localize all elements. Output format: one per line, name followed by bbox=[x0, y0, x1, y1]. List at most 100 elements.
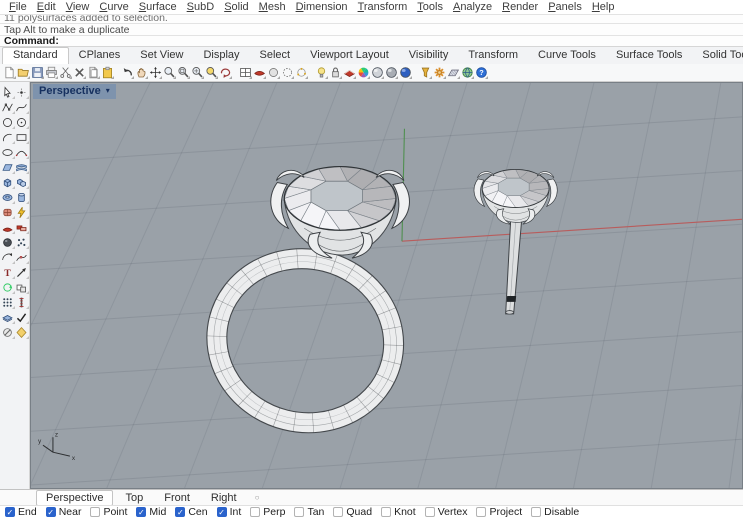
osnap-perp[interactable]: Perp bbox=[250, 506, 285, 517]
menu-help[interactable]: Help bbox=[587, 1, 620, 14]
osnap-checkbox[interactable] bbox=[381, 506, 392, 517]
viewport-layout-icon[interactable] bbox=[238, 65, 252, 80]
lasso-select-icon[interactable] bbox=[15, 325, 29, 339]
dimension-pole-icon[interactable] bbox=[15, 295, 29, 309]
ellipse-icon[interactable] bbox=[1, 145, 15, 159]
arc-icon[interactable] bbox=[1, 130, 15, 144]
rotate-view-icon[interactable] bbox=[218, 65, 232, 80]
osnap-point[interactable]: Point bbox=[90, 506, 127, 517]
osnap-checkbox[interactable] bbox=[424, 506, 435, 517]
hide-toggle-icon[interactable] bbox=[1, 325, 15, 339]
viewport-tab-perspective[interactable]: Perspective bbox=[36, 489, 114, 506]
toolbar-tab-set-view[interactable]: Set View bbox=[130, 48, 193, 64]
menu-dimension[interactable]: Dimension bbox=[291, 1, 353, 14]
toolbar-tab-curve-tools[interactable]: Curve Tools bbox=[528, 48, 606, 64]
menu-subd[interactable]: SubD bbox=[182, 1, 220, 14]
circle-icon[interactable] bbox=[1, 115, 15, 129]
circle-tangent-icon[interactable] bbox=[15, 115, 29, 129]
zoom-selected-icon[interactable] bbox=[204, 65, 218, 80]
osnap-checkbox[interactable]: ✓ bbox=[216, 506, 227, 517]
surface-loft-icon[interactable] bbox=[15, 160, 29, 174]
extrude-flash-icon[interactable] bbox=[15, 205, 29, 219]
menu-curve[interactable]: Curve bbox=[94, 1, 133, 14]
subd-box-icon[interactable] bbox=[1, 205, 15, 219]
osnap-checkbox[interactable]: ✓ bbox=[136, 506, 147, 517]
osnap-tan[interactable]: Tan bbox=[294, 506, 324, 517]
viewport-tab-front[interactable]: Front bbox=[155, 491, 199, 505]
point-icon[interactable] bbox=[15, 85, 29, 99]
curve-blend-icon[interactable] bbox=[15, 145, 29, 159]
point-cloud-icon[interactable] bbox=[15, 235, 29, 249]
menu-surface[interactable]: Surface bbox=[134, 1, 182, 14]
toolbar-tab-standard[interactable]: Standard bbox=[2, 47, 69, 64]
new-document-icon[interactable] bbox=[2, 65, 16, 80]
toolbar-tab-select[interactable]: Select bbox=[250, 48, 301, 64]
menu-edit[interactable]: Edit bbox=[32, 1, 61, 14]
zoom-extents-icon[interactable] bbox=[162, 65, 176, 80]
cplane-grid-icon[interactable] bbox=[446, 65, 460, 80]
osnap-project[interactable]: Project bbox=[476, 506, 522, 517]
wireframe-sphere-icon[interactable] bbox=[370, 65, 384, 80]
rectangle-icon[interactable] bbox=[15, 130, 29, 144]
osnap-mid[interactable]: ✓ Mid bbox=[136, 506, 166, 517]
osnap-quad[interactable]: Quad bbox=[333, 506, 372, 517]
viewport-menu-caret-icon[interactable]: ▾ bbox=[106, 87, 110, 95]
osnap-checkbox[interactable] bbox=[90, 506, 101, 517]
menu-panels[interactable]: Panels bbox=[543, 1, 587, 14]
menu-view[interactable]: View bbox=[61, 1, 95, 14]
toolbar-tab-display[interactable]: Display bbox=[193, 48, 249, 64]
save-icon[interactable] bbox=[30, 65, 44, 80]
lock-icon[interactable] bbox=[328, 65, 342, 80]
sphere-dark-icon[interactable] bbox=[1, 235, 15, 249]
viewport-title[interactable]: Perspective ▾ bbox=[33, 84, 116, 99]
box-icon[interactable] bbox=[1, 175, 15, 189]
boolean-wedge-icon[interactable] bbox=[15, 220, 29, 234]
arc-blend-icon[interactable] bbox=[1, 250, 15, 264]
boolean-union-icon[interactable] bbox=[15, 175, 29, 189]
render-swatch-icon[interactable] bbox=[342, 65, 356, 80]
rendered-sphere-icon[interactable] bbox=[398, 65, 412, 80]
toolbar-tab-surface-tools[interactable]: Surface Tools bbox=[606, 48, 692, 64]
hide-objects-icon[interactable] bbox=[252, 65, 266, 80]
delete-x-icon[interactable] bbox=[72, 65, 86, 80]
shaded-sphere-icon[interactable] bbox=[384, 65, 398, 80]
toolbar-tab-visibility[interactable]: Visibility bbox=[399, 48, 459, 64]
menu-transform[interactable]: Transform bbox=[353, 1, 413, 14]
menu-mesh[interactable]: Mesh bbox=[254, 1, 291, 14]
undo-icon[interactable] bbox=[120, 65, 134, 80]
osnap-checkbox[interactable] bbox=[250, 506, 261, 517]
menu-tools[interactable]: Tools bbox=[412, 1, 448, 14]
help-icon[interactable]: ? bbox=[474, 65, 488, 80]
color-wheel-icon[interactable] bbox=[356, 65, 370, 80]
perspective-viewport[interactable]: z x y Perspective ▾ bbox=[30, 82, 743, 489]
cut-icon[interactable] bbox=[58, 65, 72, 80]
open-folder-icon[interactable] bbox=[16, 65, 30, 80]
toolbar-tab-viewport-layout[interactable]: Viewport Layout bbox=[300, 48, 399, 64]
paint-funnel-icon[interactable] bbox=[418, 65, 432, 80]
curve-handle-icon[interactable] bbox=[15, 250, 29, 264]
osnap-checkbox[interactable]: ✓ bbox=[5, 506, 15, 517]
menu-file[interactable]: File bbox=[4, 1, 32, 14]
viewport-tab-right[interactable]: Right bbox=[202, 491, 246, 505]
torus-icon[interactable] bbox=[1, 190, 15, 204]
osnap-checkbox[interactable]: ✓ bbox=[45, 506, 56, 517]
osnap-disable[interactable]: Disable bbox=[531, 506, 579, 517]
text-icon[interactable]: T bbox=[1, 265, 15, 279]
osnap-near[interactable]: ✓ Near bbox=[45, 506, 81, 517]
move-uvn-icon[interactable] bbox=[15, 265, 29, 279]
osnap-checkbox[interactable] bbox=[476, 506, 487, 517]
web-globe-icon[interactable] bbox=[460, 65, 474, 80]
array-grid-icon[interactable] bbox=[1, 295, 15, 309]
osnap-cen[interactable]: ✓ Cen bbox=[175, 506, 208, 517]
osnap-end[interactable]: ✓ End bbox=[5, 506, 37, 517]
osnap-checkbox[interactable] bbox=[294, 506, 305, 517]
paste-icon[interactable] bbox=[100, 65, 114, 80]
osnap-vertex[interactable]: Vertex bbox=[424, 506, 467, 517]
lamp-icon[interactable] bbox=[314, 65, 328, 80]
toolbar-tab-solid-tools[interactable]: Solid Tools bbox=[692, 48, 743, 64]
select-circle-icon[interactable] bbox=[266, 65, 280, 80]
control-point-curve-icon[interactable] bbox=[1, 100, 15, 114]
command-prompt[interactable]: Command: bbox=[0, 35, 743, 47]
osnap-checkbox[interactable] bbox=[531, 506, 542, 517]
print-icon[interactable] bbox=[44, 65, 58, 80]
